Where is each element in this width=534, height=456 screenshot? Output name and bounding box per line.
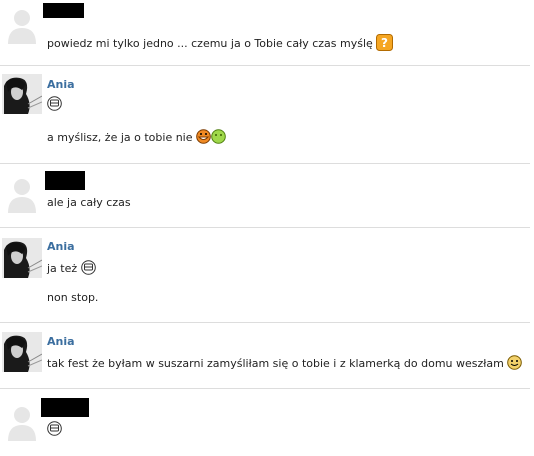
redacted-name xyxy=(45,171,85,190)
message-text: powiedz mi tylko jedno ... czemu ja o To… xyxy=(47,34,394,54)
user-avatar-ania[interactable] xyxy=(2,238,42,278)
profile-photo-icon xyxy=(2,332,42,372)
default-avatar[interactable] xyxy=(2,401,42,441)
user-avatar-ania[interactable] xyxy=(2,74,42,114)
profile-photo-icon xyxy=(2,74,42,114)
message-text: a myślisz, że ja o tobie nie xyxy=(47,129,226,147)
message-text-content: ale ja cały czas xyxy=(47,196,131,209)
message-4: Ania ja też non stop. xyxy=(0,228,530,322)
default-user-icon xyxy=(2,4,42,44)
message-text-content: powiedz mi tylko jedno ... czemu ja o To… xyxy=(47,37,373,50)
question-emoticon-icon: ? xyxy=(376,34,394,54)
grin-emoticon-icon xyxy=(47,421,62,439)
message-emoticon-line xyxy=(47,96,62,114)
message-text: ale ja cały czas xyxy=(47,196,131,209)
sender-name[interactable]: Ania xyxy=(47,240,75,253)
default-user-icon xyxy=(2,173,42,213)
laughing-emoticon-icon xyxy=(196,129,211,147)
grin-emoticon-icon xyxy=(47,96,62,114)
message-6 xyxy=(0,389,530,456)
message-text-content: a myślisz, że ja o tobie nie xyxy=(47,131,193,144)
grin-emoticon-icon xyxy=(80,260,96,278)
sender-name[interactable]: Ania xyxy=(47,335,75,348)
message-1: powiedz mi tylko jedno ... czemu ja o To… xyxy=(0,0,530,65)
default-user-icon xyxy=(2,401,42,441)
smile-emoticon-icon xyxy=(507,355,523,373)
default-avatar[interactable] xyxy=(2,173,42,213)
message-text: non stop. xyxy=(47,291,98,304)
profile-photo-icon xyxy=(2,238,42,278)
message-text: ja też xyxy=(47,260,96,278)
green-emoticon-icon xyxy=(211,129,226,147)
svg-text:?: ? xyxy=(381,36,388,50)
message-text: tak fest że byłam w suszarni zamyśliłam … xyxy=(47,355,523,373)
user-avatar-ania[interactable] xyxy=(2,332,42,372)
message-5: Ania tak fest że byłam w suszarni zamyśl… xyxy=(0,323,530,388)
sender-name[interactable]: Ania xyxy=(47,78,75,91)
default-avatar[interactable] xyxy=(2,4,42,44)
redacted-name xyxy=(41,398,89,417)
redacted-name xyxy=(43,3,84,18)
message-text-content: ja też xyxy=(47,262,78,275)
message-3: ale ja cały czas xyxy=(0,164,530,227)
message-text-content: tak fest że byłam w suszarni zamyśliłam … xyxy=(47,357,504,370)
message-2: Ania a myślisz, że ja o tobie nie xyxy=(0,66,530,163)
message-emoticon-line xyxy=(47,421,62,439)
message-text-content: non stop. xyxy=(47,291,99,304)
